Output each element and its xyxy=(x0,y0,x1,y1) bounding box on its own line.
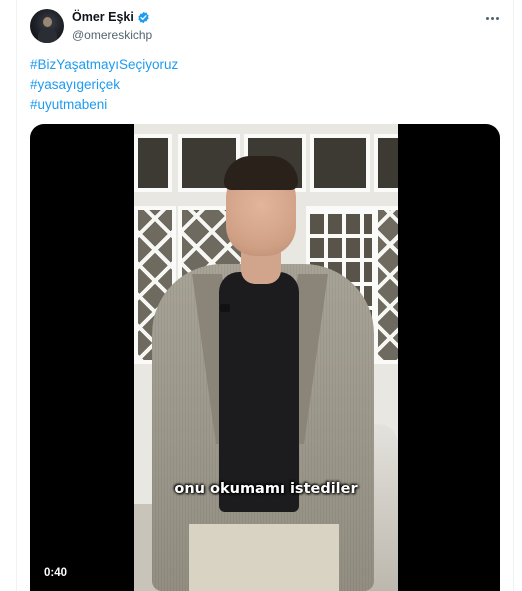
avatar-head xyxy=(43,17,52,27)
more-options-icon[interactable] xyxy=(481,9,503,27)
person-shirt xyxy=(219,272,299,512)
avatar-body xyxy=(38,28,57,43)
author-handle[interactable]: @omereskichp xyxy=(72,28,152,42)
video-frame: onu okumamı istediler xyxy=(134,124,398,591)
author-name-row: Ömer Eşki xyxy=(72,10,150,24)
verified-badge-icon xyxy=(138,11,149,23)
hashtag-link[interactable]: #yasayıgeriçek xyxy=(30,75,178,95)
tweet-text: #BizYaşatmayıSeçiyoruz #yasayıgeriçek #u… xyxy=(30,55,178,115)
hashtag-link[interactable]: #uyutmabeni xyxy=(30,95,178,115)
author-display-name[interactable]: Ömer Eşki xyxy=(72,10,134,24)
hashtag-link[interactable]: #BizYaşatmayıSeçiyoruz xyxy=(30,55,178,75)
lapel-mic xyxy=(220,304,230,312)
tweet-card[interactable]: Ömer Eşki @omereskichp #BizYaşatmayıSeçi… xyxy=(16,0,514,591)
avatar[interactable] xyxy=(30,9,64,43)
video-player[interactable]: onu okumamı istediler 0:40 xyxy=(30,124,500,591)
video-caption: onu okumamı istediler xyxy=(174,481,358,497)
video-duration-badge: 0:40 xyxy=(40,565,72,581)
